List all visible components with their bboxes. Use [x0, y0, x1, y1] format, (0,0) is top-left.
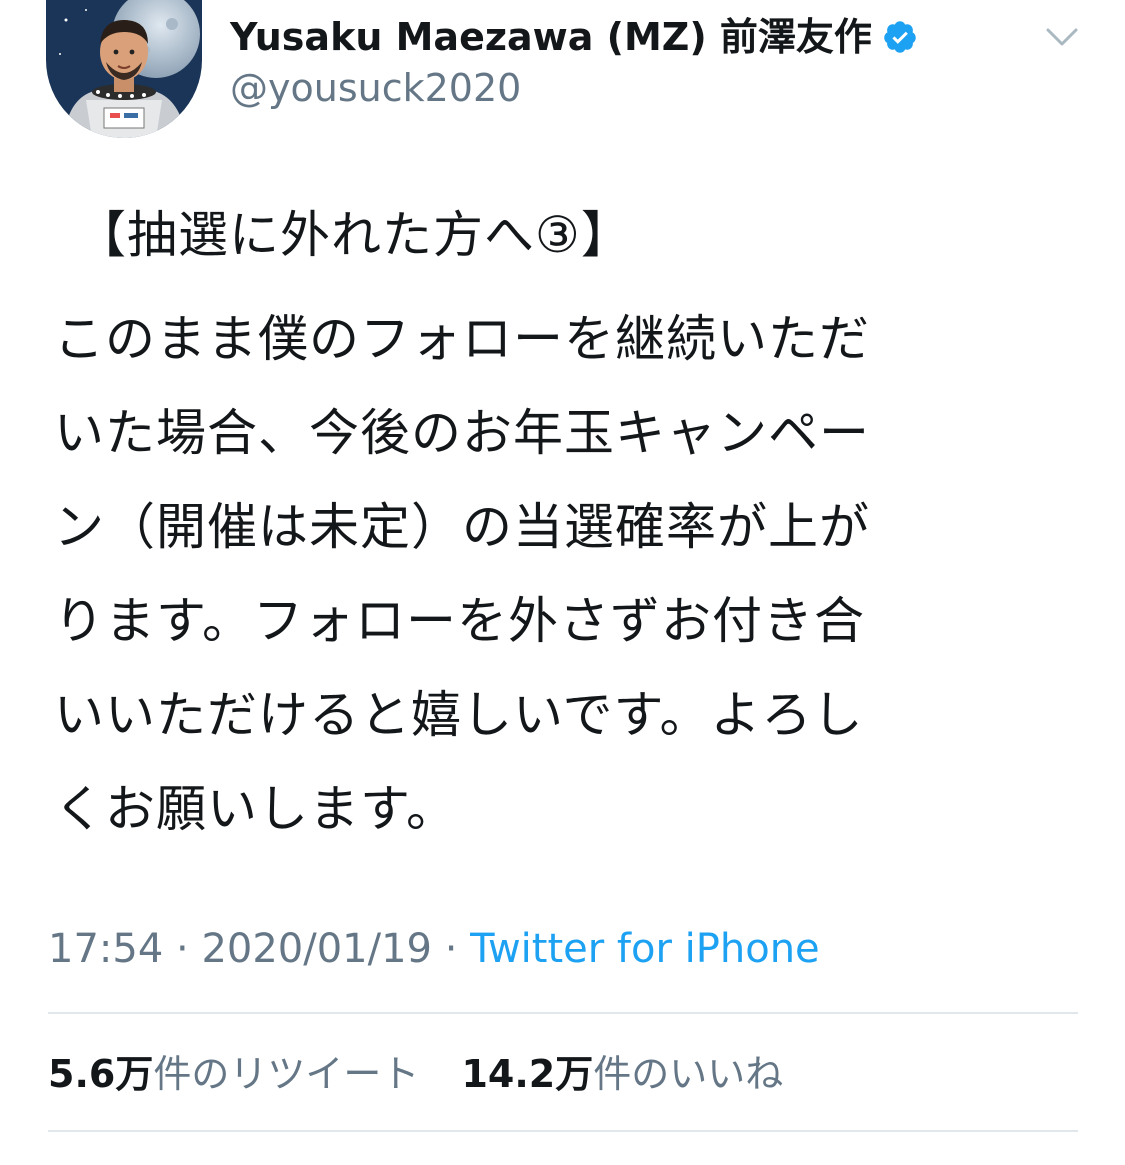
tweet-date[interactable]: 2020/01/19 — [201, 926, 432, 972]
retweets-label: 件のリツイート — [153, 1052, 420, 1096]
tweet-text: このまま僕のフォローを継続いただ いた場合、今後のお年玉キャンペー ン（開催は未… — [54, 310, 870, 838]
tweet-body: 【抽選に外れた方へ③】 このまま僕のフォローを継続いただ いた場合、今後のお年玉… — [54, 188, 1054, 856]
tweet-meta: 17:54 · 2020/01/19 · Twitter for iPhone — [48, 924, 820, 974]
tweet-header: Yusaku Maezawa (MZ) 前澤友作 @yousuck2020 — [0, 0, 1125, 150]
avatar[interactable] — [46, 0, 202, 138]
divider — [48, 1130, 1078, 1132]
tweet-heading: 【抽選に外れた方へ③】 — [76, 206, 632, 264]
likes-label: 件のいいね — [593, 1052, 784, 1096]
retweets-count: 5.6万 — [48, 1052, 154, 1096]
likes-stat[interactable]: 14.2万件のいいね — [461, 1050, 783, 1098]
display-name[interactable]: Yusaku Maezawa (MZ) 前澤友作 — [230, 13, 872, 61]
user-handle[interactable]: @yousuck2020 — [230, 64, 521, 112]
tweet-source-link[interactable]: Twitter for iPhone — [470, 926, 820, 972]
divider — [48, 1012, 1078, 1014]
retweets-stat[interactable]: 5.6万件のリツイート — [48, 1050, 419, 1098]
meta-separator: · — [431, 926, 471, 972]
meta-separator: · — [163, 926, 202, 972]
verified-badge-icon — [882, 19, 918, 55]
likes-count: 14.2万 — [461, 1052, 594, 1096]
tweet-time[interactable]: 17:54 — [48, 926, 163, 972]
display-name-row: Yusaku Maezawa (MZ) 前澤友作 — [230, 12, 918, 62]
tweet-stats: 5.6万件のリツイート 14.2万件のいいね — [48, 1050, 783, 1098]
chevron-down-icon[interactable] — [1040, 22, 1084, 52]
